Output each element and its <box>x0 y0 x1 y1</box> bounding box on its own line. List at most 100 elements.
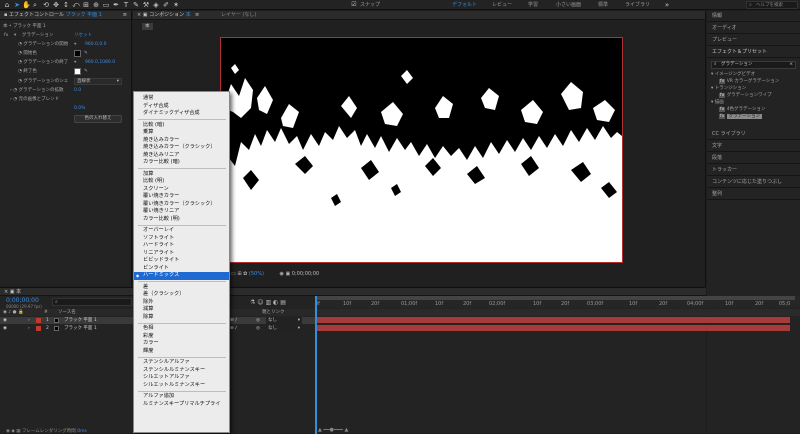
expand-arrow-icon[interactable]: ▾ <box>14 32 16 39</box>
blend-mode-item[interactable]: シルエットアルファ <box>134 374 229 382</box>
blend-mode-item[interactable]: ハードライト <box>134 242 229 250</box>
crosshair-icon[interactable]: ⌖ <box>74 59 77 66</box>
blend-mode-item[interactable]: ディザ合成 <box>134 103 229 111</box>
comp-breadcrumb[interactable]: 本 <box>142 23 153 30</box>
blend-mode-item[interactable]: 覆い焼きカラー（クラシック） <box>134 201 229 209</box>
parent-link-header[interactable]: 親とリンク <box>262 309 285 316</box>
blend-mode-item[interactable]: 差 <box>134 284 229 292</box>
blend-mode-item[interactable]: 除外 <box>134 299 229 307</box>
timeline-search-input[interactable]: ⌕ <box>52 298 132 306</box>
blend-mode-item[interactable]: 比較 (暗) <box>134 122 229 130</box>
blend-mode-item[interactable]: 覆い焼きリニア <box>134 208 229 216</box>
blend-mode-item[interactable]: 乗算 <box>134 129 229 137</box>
tree-category-imaging[interactable]: ▾ イメージングビデオ <box>711 72 755 78</box>
pickwhip-icon[interactable]: ◎ <box>256 325 260 332</box>
time-ruler[interactable]: 0f 10f 20f 01;00f 10f 20f 02;00f 10f 20f… <box>315 296 800 308</box>
composition-viewer[interactable] <box>220 37 623 263</box>
blend-mode-item[interactable]: 色相 <box>134 325 229 333</box>
playhead[interactable] <box>315 296 317 434</box>
dolly-tool-icon[interactable]: ↕ <box>62 1 70 9</box>
blend-mode-item[interactable]: アルファ追加 <box>134 393 229 401</box>
layer-name[interactable]: ブラック 平面 1 <box>64 317 97 324</box>
content-aware-fill-tab[interactable]: コンテンツに応じた塗りつぶし <box>707 177 800 188</box>
workspace-small-screen[interactable]: 小さい画面 <box>556 1 581 9</box>
character-tab[interactable]: 文字 <box>707 141 800 152</box>
start-color-swatch[interactable] <box>74 50 81 57</box>
frame-blend-icon[interactable]: ▥ <box>265 299 273 306</box>
brush-tool-icon[interactable]: ✎ <box>132 1 140 9</box>
eye-icon[interactable]: ◉ <box>3 325 7 332</box>
clear-icon[interactable]: × <box>789 62 793 68</box>
info-panel-tab[interactable]: 情報 <box>707 11 800 22</box>
workspace-learn[interactable]: 学習 <box>528 1 538 9</box>
orbit-tool-icon[interactable]: ⟲ <box>42 1 50 9</box>
blend-mode-item[interactable]: 焼き込みカラー（クラシック） <box>134 144 229 152</box>
gradient-start-value[interactable]: 960.0,0.0 <box>85 41 106 48</box>
anchor-tool-icon[interactable]: ⊕ <box>92 1 100 9</box>
blend-mode-item[interactable]: スクリーン <box>134 186 229 194</box>
puppet-tool-icon[interactable]: ✶ <box>172 1 180 9</box>
gradient-scatter-value[interactable]: 0.0 <box>74 87 81 94</box>
source-name-header[interactable]: ソース名 <box>58 309 76 316</box>
blend-mode-item[interactable]: オーバーレイ <box>134 227 229 235</box>
blend-mode-item[interactable]: ルミナンスキープリマルチプライ <box>134 401 229 409</box>
eye-icon[interactable]: ◉ <box>3 317 7 324</box>
eyedropper-icon[interactable]: ✎ <box>84 68 88 75</box>
pan-tool-icon[interactable]: ✥ <box>52 1 60 9</box>
help-search-box[interactable]: ⌕ ヘルプを検索 <box>746 1 798 9</box>
rectangle-tool-icon[interactable]: ▭ <box>102 1 110 9</box>
layer-name[interactable]: ブラック 平面 1 <box>64 325 97 332</box>
reset-link[interactable]: リセット <box>74 32 92 39</box>
parent-dropdown[interactable]: なし ▾ <box>266 317 302 324</box>
eraser-tool-icon[interactable]: ◈ <box>152 1 160 9</box>
blend-mode-item[interactable]: カラー <box>134 340 229 348</box>
swap-colors-button[interactable]: 色の入れ替え <box>74 115 122 123</box>
blend-mode-item[interactable]: 除算 <box>134 314 229 322</box>
blend-mode-item[interactable]: 輝度 <box>134 348 229 356</box>
blend-original-value[interactable]: 0.0% <box>74 105 85 112</box>
blend-mode-item[interactable]: ハードミックス <box>134 272 229 280</box>
text-tool-icon[interactable]: T <box>122 1 130 9</box>
tree-category-transition[interactable]: ▾ トランジション <box>711 86 746 92</box>
gradient-end-value[interactable]: 960.0,1080.0 <box>85 59 115 66</box>
effects-search-input[interactable]: ⌕ グラデーション × <box>711 61 796 69</box>
blend-mode-item[interactable]: カラー比較 (暗) <box>134 159 229 167</box>
effects-presets-tab[interactable]: エフェクト＆プリセット <box>707 47 800 58</box>
end-color-swatch[interactable] <box>74 68 81 75</box>
home-icon[interactable]: ⌂ <box>3 1 11 9</box>
tree-item-vr-gradient[interactable]: fx VR カラーグラデーション <box>719 79 779 85</box>
blend-mode-item[interactable]: ピンライト <box>134 265 229 273</box>
clone-tool-icon[interactable]: ⚒ <box>142 1 150 9</box>
camera-tool-icon[interactable]: ⊞ <box>82 1 90 9</box>
cc-libraries-tab[interactable]: CC ライブラリ <box>707 129 800 140</box>
blend-mode-item[interactable]: カラー比較 (明) <box>134 216 229 224</box>
timeline-tab[interactable]: × ▣ 本 <box>0 288 706 296</box>
blend-mode-item[interactable]: 減算 <box>134 306 229 314</box>
pickwhip-icon[interactable]: ◎ <box>256 317 260 324</box>
blend-mode-item[interactable]: シルエットルミナンスキー <box>134 382 229 390</box>
blend-mode-item[interactable]: 焼き込みリニア <box>134 152 229 160</box>
tree-item-four-color[interactable]: fx 4色グラデーション <box>719 107 765 113</box>
parent-dropdown[interactable]: なし ▾ <box>266 325 302 332</box>
workspace-menu-icon[interactable]: » <box>663 1 671 9</box>
tree-item-gradient[interactable]: fx グラデーション <box>719 114 763 120</box>
pen-tool-icon[interactable]: ✒ <box>112 1 120 9</box>
paragraph-tab[interactable]: 段落 <box>707 153 800 164</box>
workspace-libraries[interactable]: ライブラリ <box>625 1 650 9</box>
footer-icons[interactable]: ◉ ◆ ▦ <box>6 429 22 434</box>
crosshair-icon[interactable]: ⌖ <box>74 41 77 48</box>
blend-mode-item[interactable]: ダイナミックディザ合成 <box>134 110 229 118</box>
panel-menu-icon[interactable]: ≡ <box>123 11 127 20</box>
preview-panel-tab[interactable]: プレビュー <box>707 35 800 46</box>
selection-tool-icon[interactable]: ➤ <box>13 1 21 9</box>
zoom-level[interactable]: (50%) <box>249 271 264 277</box>
tree-category-generate[interactable]: ▾ 描画 <box>711 100 724 106</box>
viewer-timecode[interactable]: 0;00;00;00 <box>292 271 319 277</box>
zoom-tool-icon[interactable]: ⌕ <box>31 1 39 9</box>
blend-mode-item[interactable]: 覆い焼きカラー <box>134 193 229 201</box>
tree-item-gradient-wipe[interactable]: fx グラデーションワイプ <box>719 93 772 99</box>
workspace-review[interactable]: レビュー <box>492 1 512 9</box>
blend-mode-item[interactable]: 比較 (明) <box>134 178 229 186</box>
expand-arrow-icon[interactable]: › <box>28 317 30 324</box>
align-tab[interactable]: 整列 <box>707 189 800 200</box>
